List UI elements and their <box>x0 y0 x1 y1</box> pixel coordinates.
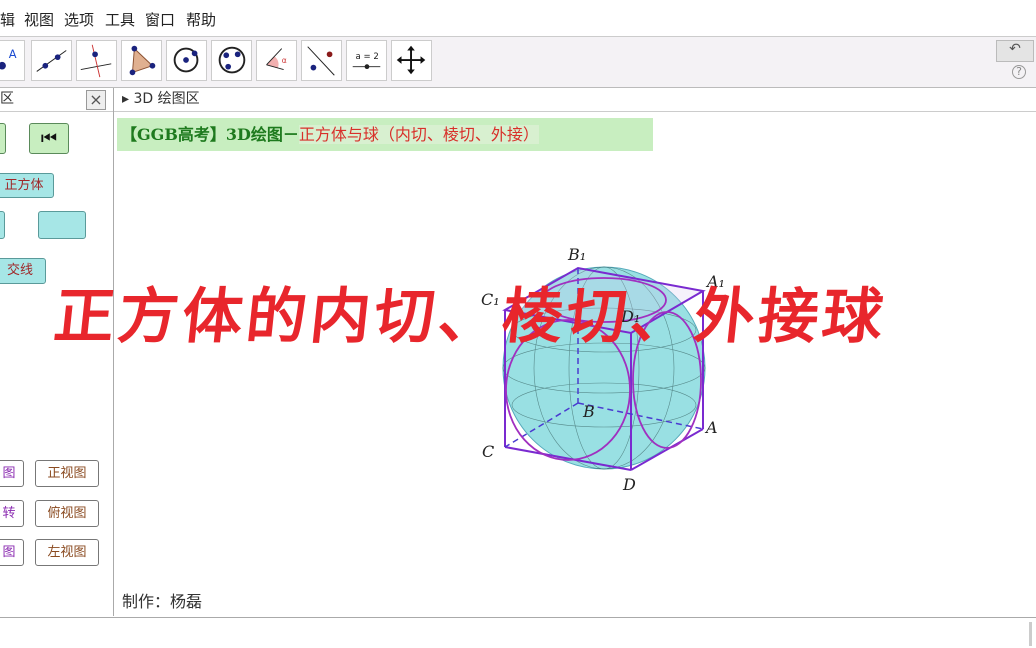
input-bar[interactable] <box>0 617 1036 648</box>
label-b: B <box>582 402 595 421</box>
author-text: 制作：杨磊 <box>122 592 203 611</box>
scrollbar[interactable] <box>1029 622 1032 646</box>
graphics-3d-view[interactable]: ▸ 3D 绘图区 【GGB高考】3D绘图－正方体与球（内切、棱切、外接） B₁ … <box>51 88 1036 616</box>
label-a: A <box>704 418 718 437</box>
label-c: C <box>482 442 494 461</box>
label-b1: B₁ <box>567 245 586 264</box>
overlay-title: 正方体的内切、棱切、外接球 <box>50 282 891 352</box>
label-d: D <box>622 475 636 494</box>
